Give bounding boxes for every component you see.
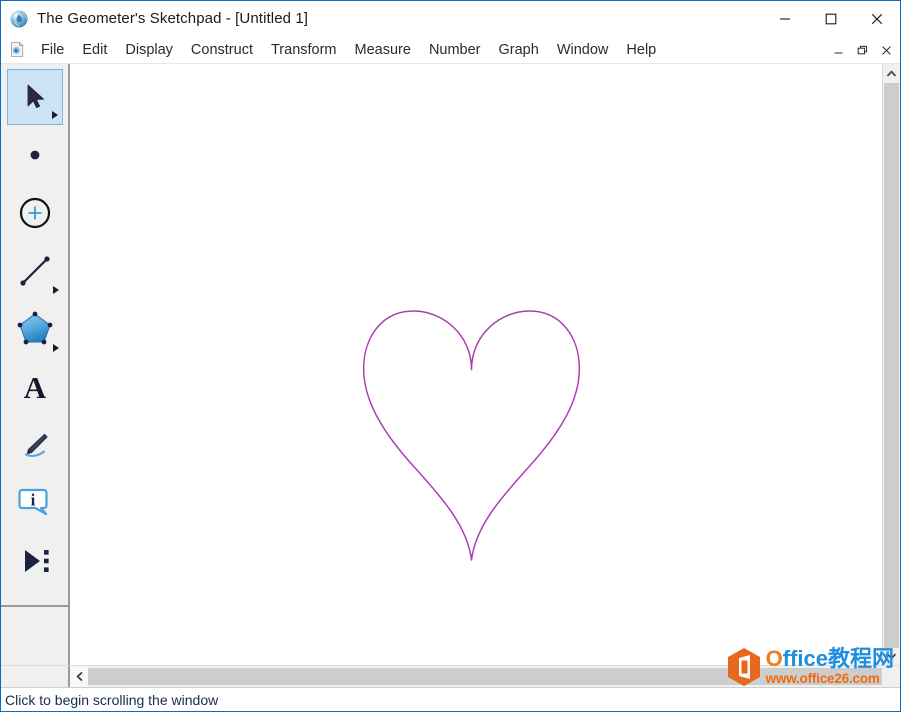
straightedge-tool[interactable] (7, 243, 63, 299)
mdi-window-controls (826, 36, 898, 64)
straightedge-tool-flyout-icon[interactable] (52, 286, 59, 294)
menu-item-edit[interactable]: Edit (73, 40, 116, 60)
information-tool[interactable]: i (7, 475, 63, 531)
chevron-up-icon[interactable] (883, 64, 900, 82)
title-bar: The Geometer's Sketchpad - [Untitled 1] (1, 1, 900, 36)
scrollbar-corner-left (1, 666, 70, 687)
arrow-tool-flyout-icon[interactable] (51, 111, 58, 119)
scrollbar-corner-right (882, 666, 900, 687)
chevron-left-icon[interactable] (70, 666, 88, 687)
toolbox-tools: A i (1, 64, 68, 607)
custom-tool[interactable] (7, 533, 63, 589)
menu-bar: File Edit Display Construct Transform Me… (1, 36, 900, 64)
mdi-close-icon[interactable] (874, 37, 898, 63)
mdi-restore-icon[interactable] (850, 37, 874, 63)
document-area: A i (1, 64, 900, 665)
menu-item-transform[interactable]: Transform (262, 40, 346, 60)
menu-item-help[interactable]: Help (617, 40, 665, 60)
window-controls (762, 1, 900, 36)
sketchpad-window: The Geometer's Sketchpad - [Untitled 1] (0, 0, 901, 712)
arrow-select-tool[interactable] (6, 69, 63, 125)
minimize-icon[interactable] (762, 1, 808, 36)
menu-item-graph[interactable]: Graph (490, 40, 548, 60)
toolbox: A i (1, 64, 70, 665)
chevron-down-icon[interactable] (883, 647, 900, 665)
document-icon[interactable] (9, 41, 26, 58)
status-message: Click to begin scrolling the window (5, 691, 219, 708)
point-tool[interactable] (7, 127, 63, 183)
close-icon[interactable] (854, 1, 900, 36)
compass-tool[interactable] (7, 185, 63, 241)
menu-item-number[interactable]: Number (420, 40, 490, 60)
status-bar: Click to begin scrolling the window (1, 687, 900, 711)
polygon-tool[interactable] (7, 301, 63, 357)
heart-curve[interactable] (70, 64, 882, 665)
vertical-scroll-thumb[interactable] (884, 83, 899, 648)
window-title: The Geometer's Sketchpad - [Untitled 1] (37, 10, 309, 27)
horizontal-scrollbar[interactable] (70, 666, 882, 687)
menu-item-window[interactable]: Window (548, 40, 618, 60)
text-tool[interactable]: A (7, 359, 63, 415)
sketch-canvas[interactable] (70, 64, 882, 665)
toolbox-empty-panel (1, 607, 68, 665)
marker-tool[interactable] (7, 417, 63, 473)
svg-text:i: i (30, 491, 35, 510)
vertical-scrollbar[interactable] (882, 64, 900, 665)
menu-item-file[interactable]: File (32, 40, 73, 60)
horizontal-scroll-thumb[interactable] (88, 668, 882, 685)
mdi-restore-down-icon[interactable] (826, 37, 850, 63)
menu-item-display[interactable]: Display (116, 40, 182, 60)
menu-item-measure[interactable]: Measure (346, 40, 420, 60)
menu-item-construct[interactable]: Construct (182, 40, 262, 60)
horizontal-scrollbar-row (1, 665, 900, 687)
polygon-tool-flyout-icon[interactable] (52, 344, 59, 352)
maximize-icon[interactable] (808, 1, 854, 36)
sketchpad-droplet-icon (9, 9, 29, 29)
svg-text:A: A (23, 370, 46, 405)
